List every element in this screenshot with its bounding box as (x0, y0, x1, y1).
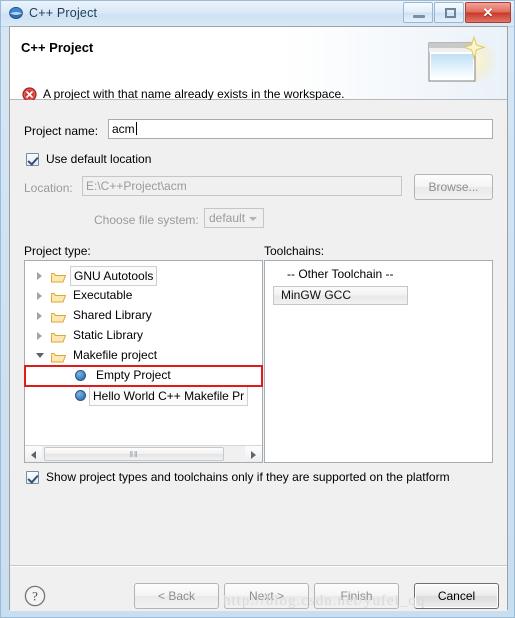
file-system-select[interactable]: default (204, 208, 264, 228)
new-project-wizard-icon (423, 35, 497, 93)
maximize-button[interactable] (434, 2, 464, 23)
close-icon: ✕ (482, 5, 494, 20)
chevron-down-icon (249, 217, 257, 221)
tree-item-empty-project[interactable]: Empty Project (25, 365, 262, 385)
wizard-body: Project name: acm Use default location L… (10, 100, 507, 611)
project-type-label: Project type: (24, 244, 91, 258)
tree-item-label: Makefile project (73, 348, 158, 362)
toolchains-list[interactable]: -- Other Toolchain -- MinGW GCC (264, 260, 493, 463)
text-caret (135, 122, 137, 135)
minimize-button[interactable] (403, 2, 433, 23)
wizard-header: C++ Project A project with that name alr… (10, 27, 507, 102)
window-controls: ✕ (402, 2, 511, 23)
footer-divider (10, 565, 507, 567)
toolchain-item-other[interactable]: -- Other Toolchain -- (287, 267, 393, 281)
folder-icon (51, 269, 67, 283)
triangle-right-icon (251, 451, 256, 459)
tree-item-gnu-autotools[interactable]: GNU Autotools (25, 265, 262, 286)
choose-file-system-label: Choose file system: (94, 213, 199, 227)
project-name-label: Project name: (24, 124, 99, 138)
project-name-input[interactable]: acm (108, 119, 493, 139)
dialog-window: C++ Project ✕ C++ Project A project with… (0, 0, 515, 618)
chevron-right-icon[interactable] (37, 332, 42, 340)
page-title: C++ Project (21, 40, 94, 55)
chevron-right-icon[interactable] (37, 272, 42, 280)
location-value: E:\C++Project\acm (86, 179, 187, 193)
show-supported-only-checkbox[interactable] (26, 471, 39, 484)
file-system-value: default (209, 211, 246, 225)
use-default-location-checkbox[interactable] (26, 153, 39, 166)
chevron-right-icon[interactable] (37, 312, 42, 320)
tree-item-executable[interactable]: Executable (25, 285, 262, 305)
show-supported-only-label: Show project types and toolchains only i… (46, 470, 450, 484)
folder-icon (51, 309, 67, 323)
next-button[interactable]: Next > (224, 583, 309, 609)
tree-item-shared-library[interactable]: Shared Library (25, 305, 262, 325)
use-default-location-label: Use default location (46, 152, 152, 166)
svg-text:?: ? (32, 589, 38, 604)
toolchain-item-mingw-gcc[interactable]: MinGW GCC (273, 286, 408, 305)
chevron-down-icon[interactable] (36, 353, 44, 358)
scroll-right-button[interactable] (245, 446, 262, 462)
tree-item-hello-world-cpp-makefile[interactable]: Hello World C++ Makefile Pr (25, 385, 262, 406)
folder-icon (51, 289, 67, 303)
scroll-left-button[interactable] (25, 446, 42, 462)
tree-item-label: Static Library (73, 328, 144, 342)
eclipse-globe-icon (9, 6, 23, 20)
window-title: C++ Project (29, 6, 98, 20)
cancel-button[interactable]: Cancel (414, 583, 499, 609)
tree-item-label: Shared Library (73, 308, 152, 322)
location-input[interactable]: E:\C++Project\acm (82, 176, 402, 196)
folder-icon (51, 349, 67, 363)
folder-icon (51, 329, 67, 343)
scrollbar-thumb[interactable]: ‖‖ (44, 447, 224, 461)
back-button[interactable]: < Back (134, 583, 219, 609)
tree-item-label: GNU Autotools (70, 266, 158, 286)
project-type-tree[interactable]: GNU Autotools Executable Shared Library … (24, 260, 263, 463)
finish-button[interactable]: Finish (314, 583, 399, 609)
tree-item-static-library[interactable]: Static Library (25, 325, 262, 345)
tree-item-label: Hello World C++ Makefile Pr (89, 386, 249, 406)
close-button[interactable]: ✕ (465, 2, 511, 23)
project-dot-icon (75, 390, 86, 401)
minimize-icon (413, 15, 425, 18)
horizontal-scrollbar[interactable]: ‖‖ (25, 445, 262, 462)
browse-button[interactable]: Browse... (414, 174, 493, 200)
scrollbar-grip-icon: ‖‖ (129, 450, 139, 459)
tree-item-makefile-project[interactable]: Makefile project (25, 345, 262, 365)
toolchains-label: Toolchains: (264, 244, 325, 258)
error-message: A project with that name already exists … (43, 87, 345, 101)
dialog-client: C++ Project A project with that name alr… (9, 26, 508, 611)
project-dot-icon (75, 370, 86, 381)
project-name-value: acm (112, 122, 135, 136)
help-question-icon[interactable]: ? (24, 585, 46, 607)
location-label: Location: (24, 181, 73, 195)
tree-item-label: Executable (73, 288, 133, 302)
title-bar[interactable]: C++ Project ✕ (1, 1, 514, 27)
triangle-left-icon (31, 451, 36, 459)
chevron-right-icon[interactable] (37, 292, 42, 300)
tree-item-label: Empty Project (96, 368, 171, 382)
maximize-icon (445, 8, 456, 18)
